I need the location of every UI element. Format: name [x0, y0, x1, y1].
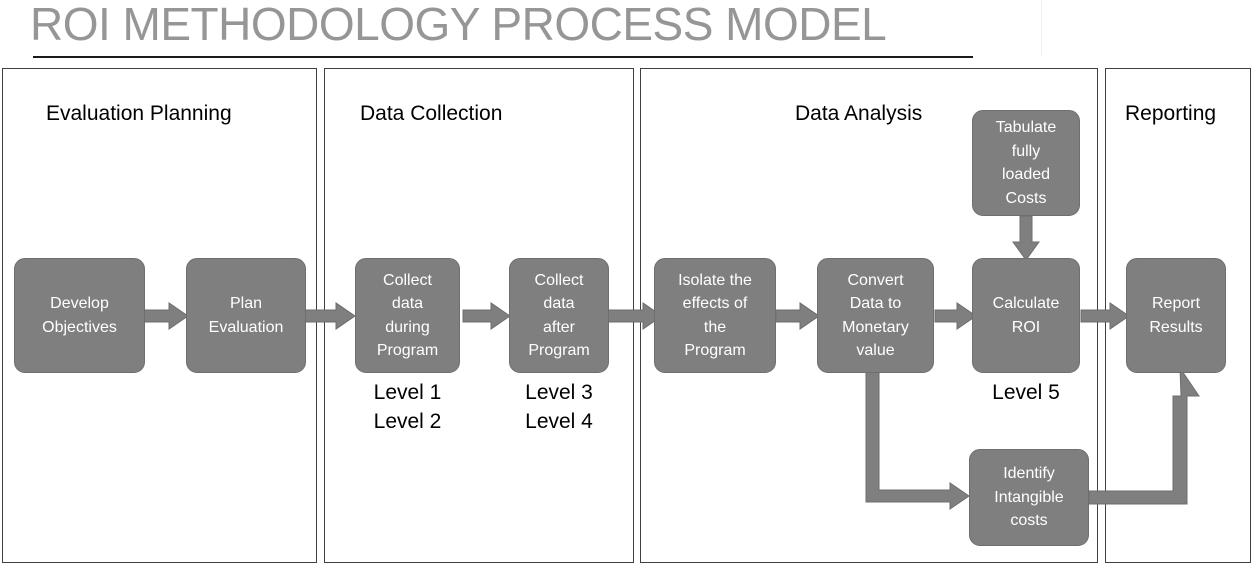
panel-title-data-collection: Data Collection — [360, 102, 503, 125]
box-line: Report — [1151, 295, 1201, 312]
box-line: Program — [376, 342, 439, 359]
arrow-convert-to-identify — [865, 359, 970, 510]
box-line: loaded — [1001, 166, 1051, 183]
box-line: Convert — [847, 271, 904, 289]
arrow-collect-during-to-after — [462, 302, 511, 330]
diagram-canvas: ROI METHODOLOGY PROCESS MODEL Evaluation… — [0, 0, 1253, 568]
arrow-isolate-to-convert — [775, 302, 820, 330]
box-line: during — [385, 318, 430, 336]
box-collect-data-during-program[interactable]: Collect data during Program — [355, 258, 460, 373]
box-line: after — [542, 318, 575, 336]
box-line: value — [856, 342, 895, 359]
level-line: Level 1 — [373, 381, 442, 404]
levels-1-2: Level 1 Level 2 — [355, 378, 460, 436]
box-convert-data-to-monetary-value[interactable]: Convert Data to Monetary value — [817, 258, 934, 373]
box-develop-objectives[interactable]: Develop Objectives — [14, 258, 145, 373]
box-line: Evaluation — [208, 318, 284, 336]
level-line: Level 3 — [525, 381, 593, 404]
box-line: Collect — [534, 271, 584, 289]
box-line: Plan — [229, 295, 263, 312]
box-line: Program — [528, 342, 590, 359]
box-collect-data-after-program[interactable]: Collect data after Program — [509, 258, 609, 373]
box-line: effects of — [682, 295, 748, 312]
box-line: the — [703, 318, 727, 336]
box-line: Tabulate — [995, 119, 1057, 136]
box-line: Results — [1149, 318, 1203, 336]
arrow-tabulate-to-calculate-roi — [1012, 215, 1040, 261]
box-line: Isolate the — [678, 271, 752, 289]
title-placeholder-edge — [1041, 0, 1042, 56]
box-calculate-roi[interactable]: Calculate ROI — [972, 258, 1080, 373]
page-title: ROI METHODOLOGY PROCESS MODEL — [30, 0, 887, 50]
panel-title-reporting: Reporting — [1125, 102, 1217, 125]
box-line: fully — [1011, 142, 1041, 160]
box-isolate-effects-of-program[interactable]: Isolate the effects of the Program — [654, 258, 776, 373]
box-line: Identify — [1003, 465, 1055, 483]
box-tabulate-fully-loaded-costs[interactable]: Tabulate fully loaded Costs — [972, 110, 1080, 216]
level-5: Level 5 — [972, 378, 1080, 407]
box-line: data — [391, 295, 424, 312]
box-plan-evaluation[interactable]: Plan Evaluation — [186, 258, 306, 373]
level-line: Level 5 — [992, 381, 1060, 404]
box-line: Costs — [1005, 189, 1047, 207]
box-line: Intangible — [994, 488, 1064, 506]
arrow-identify-to-report — [1088, 366, 1200, 505]
arrow-calculate-roi-to-report — [1080, 302, 1130, 330]
box-line: ROI — [1011, 318, 1041, 336]
levels-3-4: Level 3 Level 4 — [509, 378, 609, 436]
panel-title-data-analysis: Data Analysis — [795, 102, 923, 125]
box-line: Calculate — [992, 295, 1060, 312]
box-line: Objectives — [42, 318, 117, 336]
box-line: Monetary — [842, 318, 909, 336]
arrow-develop-to-plan — [142, 302, 189, 330]
box-line: Program — [684, 342, 746, 359]
arrow-plan-to-collect-during — [303, 302, 356, 330]
panel-title-evaluation-planning: Evaluation Planning — [46, 102, 232, 125]
box-line: Collect — [383, 271, 432, 289]
box-line: data — [543, 295, 575, 312]
title-underline — [33, 56, 973, 58]
box-report-results[interactable]: Report Results — [1126, 258, 1226, 373]
arrow-convert-to-calculate-roi — [934, 302, 977, 330]
box-line: Develop — [50, 295, 109, 312]
level-line: Level 2 — [373, 410, 442, 433]
box-line: costs — [1010, 512, 1048, 530]
box-identify-intangible-costs[interactable]: Identify Intangible costs — [969, 449, 1089, 546]
level-line: Level 4 — [525, 410, 593, 433]
box-line: Data to — [849, 295, 902, 312]
